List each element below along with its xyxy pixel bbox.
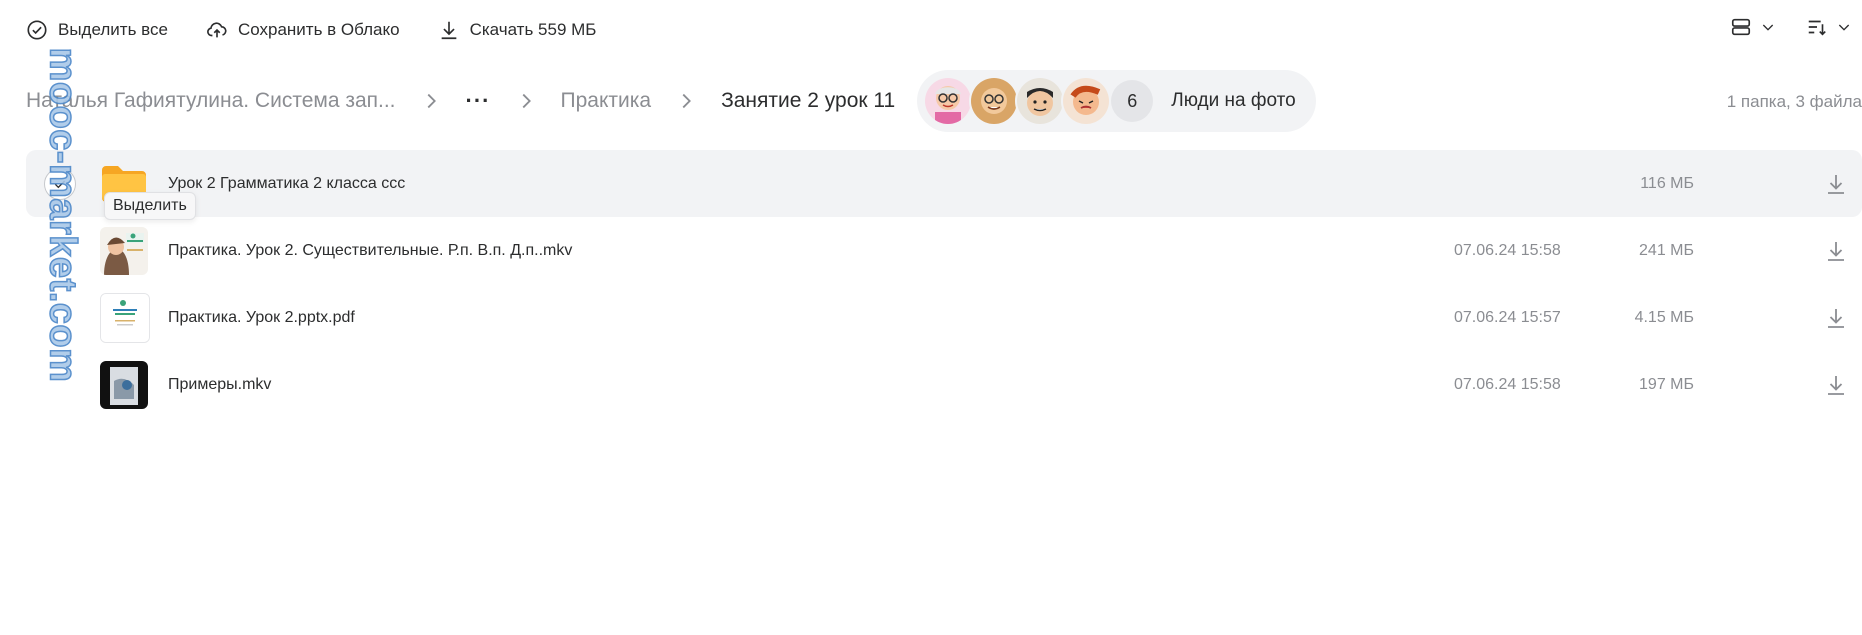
save-to-cloud-button[interactable]: Сохранить в Облако: [206, 19, 400, 41]
avatar-group: 6: [923, 76, 1154, 126]
sort-icon: [1808, 20, 1826, 36]
breadcrumb-item-practice[interactable]: Практика: [561, 89, 652, 113]
people-count: 6: [1111, 80, 1154, 122]
file-list: Урок 2 Грамматика 2 класса ссс 116 МБ Вы…: [26, 150, 1862, 418]
breadcrumb-current: Занятие 2 урок 11: [721, 89, 896, 112]
chevron-right-icon: [513, 88, 539, 114]
view-controls: [1730, 16, 1852, 38]
download-all-button[interactable]: Скачать 559 МБ: [438, 19, 597, 41]
people-on-photo-label: Люди на фото: [1171, 90, 1296, 111]
file-name[interactable]: Примеры.mkv: [168, 376, 271, 394]
file-size: 4.15 МБ: [1634, 308, 1694, 326]
video-thumbnail: [100, 360, 148, 409]
list-view-icon: [1731, 18, 1751, 36]
list-item[interactable]: Примеры.mkv 07.06.24 15:58 197 МБ: [26, 351, 1862, 418]
file-name[interactable]: Урок 2 Грамматика 2 класса ссс: [168, 175, 405, 193]
list-item[interactable]: Практика. Урок 2. Существительные. Р.п. …: [26, 217, 1862, 284]
file-date: 07.06.24 15:57: [1454, 308, 1561, 326]
file-name[interactable]: Практика. Урок 2. Существительные. Р.п. …: [168, 242, 572, 260]
chevron-right-icon: [418, 88, 444, 114]
download-icon[interactable]: [1824, 306, 1848, 330]
download-icon[interactable]: [1824, 172, 1848, 196]
file-name[interactable]: Практика. Урок 2.pptx.pdf: [168, 309, 355, 327]
items-counter: 1 папка, 3 файла: [1726, 92, 1862, 111]
sort-dropdown[interactable]: [1806, 16, 1852, 38]
select-tooltip: Выделить: [104, 192, 196, 220]
download-icon[interactable]: [1824, 239, 1848, 263]
avatar: [969, 76, 1020, 126]
file-size: 116 МБ: [1640, 174, 1694, 192]
file-size: 197 МБ: [1639, 375, 1694, 393]
toolbar: Выделить все Сохранить в Облако Скачать …: [26, 14, 596, 46]
video-thumbnail: [100, 226, 148, 275]
check-circle-icon: [27, 20, 47, 40]
avatar: [1015, 76, 1066, 126]
file-size: 241 МБ: [1639, 241, 1694, 259]
select-checkbox[interactable]: [44, 370, 74, 400]
chevron-right-icon: [673, 88, 699, 114]
breadcrumb-more-button[interactable]: ···: [466, 88, 491, 114]
list-item[interactable]: Практика. Урок 2.pptx.pdf 07.06.24 15:57…: [26, 284, 1862, 351]
select-checkbox[interactable]: [44, 303, 74, 333]
check-icon: [54, 180, 66, 188]
people-on-photo-button[interactable]: 6 Люди на фото: [917, 70, 1316, 132]
view-mode-dropdown[interactable]: [1730, 16, 1776, 38]
download-icon[interactable]: [1824, 373, 1848, 397]
download-all-label: Скачать 559 МБ: [469, 20, 597, 39]
breadcrumb: Наталья Гафиятулина. Система зап... ··· …: [26, 70, 1316, 132]
cloud-upload-icon: [207, 22, 227, 38]
file-date: 07.06.24 15:58: [1454, 241, 1561, 259]
select-checkbox[interactable]: [44, 236, 74, 266]
save-to-cloud-label: Сохранить в Облако: [237, 20, 400, 39]
select-checkbox[interactable]: [44, 167, 76, 200]
list-item[interactable]: Урок 2 Грамматика 2 класса ссс 116 МБ Вы…: [26, 150, 1862, 220]
file-date: 07.06.24 15:58: [1454, 375, 1561, 393]
chevron-down-icon: [1838, 24, 1850, 31]
avatar: [1061, 76, 1112, 126]
select-all-label: Выделить все: [58, 20, 168, 39]
pdf-thumbnail: [100, 292, 150, 343]
chevron-down-icon: [1762, 24, 1774, 31]
avatar: [923, 76, 974, 126]
breadcrumb-item-root[interactable]: Наталья Гафиятулина. Система зап...: [26, 89, 396, 113]
select-all-button[interactable]: Выделить все: [26, 19, 168, 41]
download-icon: [441, 21, 456, 40]
